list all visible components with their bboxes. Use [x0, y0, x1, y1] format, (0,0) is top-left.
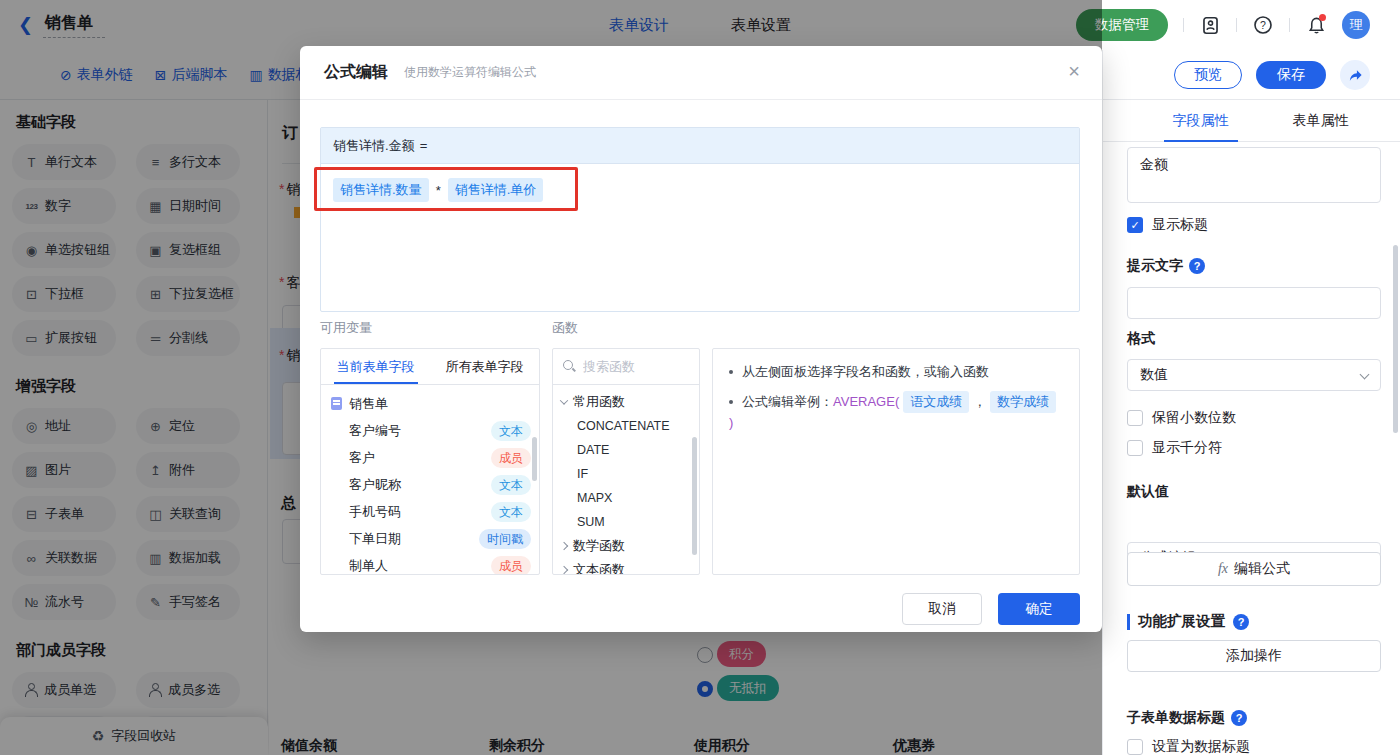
form-icon [331, 397, 342, 410]
tab-all-form-fields[interactable]: 所有表单字段 [430, 349, 539, 384]
scrollbar[interactable] [692, 437, 697, 555]
chevron-down-icon [560, 396, 568, 404]
app: ❮ 销售单 表单设计 表单设置 数据管理 ? 理 ⊘ [0, 0, 1400, 755]
type-tag: 成员 [491, 448, 531, 468]
notification-dot [1319, 14, 1326, 21]
type-tag: 时间戳 [479, 529, 531, 549]
type-tag: 文本 [491, 421, 531, 441]
set-data-title-row: 设置为数据标题 [1127, 738, 1381, 755]
function-group[interactable]: 数学函数 [553, 534, 699, 558]
set-data-title-checkbox[interactable] [1127, 739, 1143, 755]
dialog-subtitle: 使用数学运算符编辑公式 [404, 64, 536, 81]
thousand-row: 显示千分符 [1127, 439, 1381, 457]
annotation-highlight [314, 167, 578, 211]
share-button[interactable] [1340, 60, 1370, 90]
tab-field-properties[interactable]: 字段属性 [1173, 100, 1229, 142]
contacts-icon[interactable] [1199, 14, 1221, 36]
tab-current-form-fields[interactable]: 当前表单字段 [321, 349, 430, 384]
formula-target: 销售详情.金额= [321, 128, 1079, 164]
cancel-button[interactable]: 取消 [902, 593, 982, 625]
scrollbar[interactable] [532, 437, 537, 481]
thousand-checkbox[interactable] [1127, 440, 1143, 456]
help-icon[interactable]: ? [1233, 614, 1249, 630]
form-node[interactable]: 销售单 [321, 390, 539, 417]
format-label: 格式 [1127, 330, 1381, 348]
avatar[interactable]: 理 [1342, 11, 1370, 39]
save-button[interactable]: 保存 [1256, 61, 1326, 89]
help-icon[interactable]: ? [1231, 710, 1247, 726]
extension-settings-label: 功能扩展设置 ? [1127, 612, 1381, 631]
decimal-checkbox[interactable] [1127, 410, 1143, 426]
variables-label: 可用变量 [320, 319, 372, 337]
type-tag: 成员 [491, 556, 531, 576]
function-item[interactable]: DATE [553, 438, 699, 462]
divider [1236, 18, 1237, 32]
show-title-checkbox[interactable]: ✓ [1127, 217, 1143, 233]
confirm-button[interactable]: 确定 [998, 593, 1080, 625]
function-item[interactable]: IF [553, 462, 699, 486]
function-group[interactable]: 文本函数 [553, 558, 699, 575]
variable-row[interactable]: 下单日期时间戳 [321, 525, 539, 552]
property-panel: 字段属性 表单属性 金额 ✓ 显示标题 提示文字? 格式 数值 保留小数位数 显… [1103, 100, 1400, 755]
edit-formula-button[interactable]: fx 编辑公式 [1127, 552, 1381, 586]
functions-panel: 常用函数 CONCATENATE DATE IF MAPX SUM 数学函数 文… [552, 348, 700, 575]
help-icon[interactable]: ? [1189, 258, 1205, 274]
svg-text:?: ? [1260, 19, 1266, 31]
add-action-button[interactable]: 添加操作 [1127, 640, 1381, 672]
function-search[interactable] [553, 349, 699, 385]
show-title-row: ✓ 显示标题 [1127, 216, 1381, 234]
variable-row[interactable]: 手机号码文本 [321, 498, 539, 525]
notification-bell-icon[interactable] [1305, 14, 1327, 36]
help-icon[interactable]: ? [1252, 14, 1274, 36]
functions-label: 函数 [552, 319, 578, 337]
close-icon[interactable]: × [1068, 60, 1080, 83]
function-group[interactable]: 常用函数 [553, 390, 699, 414]
tab-form-properties[interactable]: 表单属性 [1293, 100, 1349, 142]
divider [1183, 18, 1184, 32]
variables-panel: 当前表单字段 所有表单字段 销售单 客户编号文本 客户成员 客户昵称文本 手机号… [320, 348, 540, 575]
variable-row[interactable]: 客户成员 [321, 444, 539, 471]
hint-input[interactable] [1127, 287, 1381, 319]
field-title-input[interactable]: 金额 [1127, 147, 1381, 203]
function-item[interactable]: SUM [553, 510, 699, 534]
formula-edit-dialog: 公式编辑 使用数学运算符编辑公式 × 销售详情.金额= 销售详情.数量 * 销售… [300, 46, 1102, 632]
hint-label: 提示文字? [1127, 257, 1381, 275]
decimal-row: 保留小数位数 [1127, 409, 1381, 427]
default-value-label: 默认值 [1127, 483, 1381, 501]
chevron-right-icon [560, 542, 568, 550]
search-input[interactable] [583, 359, 683, 374]
type-tag: 文本 [491, 475, 531, 495]
help-line: 从左侧面板选择字段名和函数，或输入函数 [729, 362, 1063, 382]
scrollbar[interactable] [1393, 245, 1398, 433]
search-icon [563, 360, 576, 373]
fx-icon: fx [1218, 561, 1228, 577]
preview-button[interactable]: 预览 [1174, 61, 1242, 89]
function-item[interactable]: MAPX [553, 486, 699, 510]
variable-row[interactable]: 客户昵称文本 [321, 471, 539, 498]
variable-row[interactable]: 客户编号文本 [321, 417, 539, 444]
variable-row[interactable]: 制单人成员 [321, 552, 539, 575]
formula-editor[interactable]: 销售详情.金额= 销售详情.数量 * 销售详情.单价 [320, 127, 1080, 312]
help-line: 公式编辑举例：AVERAGE(语文成绩，数学成绩) [729, 391, 1063, 433]
chevron-right-icon [560, 566, 568, 574]
section-bar [1127, 614, 1130, 630]
function-item[interactable]: CONCATENATE [553, 414, 699, 438]
subform-data-title-label: 子表单数据标题? [1127, 709, 1381, 727]
divider [1289, 18, 1290, 32]
type-tag: 文本 [491, 502, 531, 522]
help-panel: 从左侧面板选择字段名和函数，或输入函数 公式编辑举例：AVERAGE(语文成绩，… [712, 348, 1080, 575]
chevron-down-icon [1360, 370, 1370, 380]
format-select[interactable]: 数值 [1127, 359, 1381, 391]
dialog-title: 公式编辑 [324, 62, 388, 83]
